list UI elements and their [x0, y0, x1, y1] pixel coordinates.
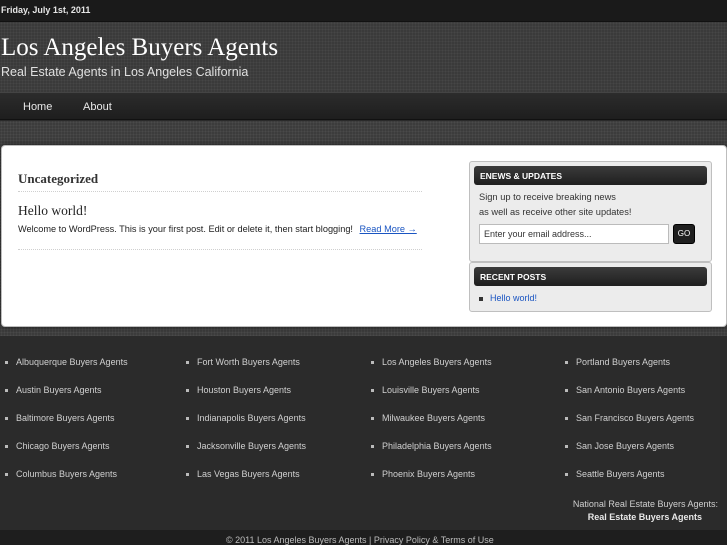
footer-link[interactable]: San Antonio Buyers Agents	[565, 385, 694, 413]
bullet-icon	[371, 417, 374, 421]
bullet-icon	[371, 389, 374, 393]
footer-link-label[interactable]: Philadelphia Buyers Agents	[382, 441, 492, 451]
nav-item-home[interactable]: Home	[23, 101, 52, 113]
footer-link[interactable]: Phoenix Buyers Agents	[371, 469, 492, 497]
footer-link-label[interactable]: Milwaukee Buyers Agents	[382, 413, 485, 423]
copyright-text: © 2011 Los Angeles Buyers Agents | Priva…	[226, 535, 494, 545]
bullet-icon	[565, 417, 568, 421]
bullet-icon	[479, 296, 483, 301]
footer-link-label[interactable]: Indianapolis Buyers Agents	[197, 413, 306, 423]
read-more-link[interactable]: Read More →	[360, 224, 417, 234]
bullet-icon	[371, 473, 374, 477]
footer-link[interactable]: Indianapolis Buyers Agents	[186, 413, 306, 441]
bullet-icon	[186, 389, 189, 393]
footer-link-label[interactable]: San Jose Buyers Agents	[576, 441, 674, 451]
footer-link-label[interactable]: Los Angeles Buyers Agents	[382, 357, 492, 367]
bullet-icon	[371, 445, 374, 449]
post-excerpt-text: Welcome to WordPress. This is your first…	[18, 224, 353, 234]
footer-link[interactable]: San Jose Buyers Agents	[565, 441, 694, 469]
nav-item-about[interactable]: About	[83, 101, 112, 113]
site-title[interactable]: Los Angeles Buyers Agents	[1, 34, 278, 62]
footer-link-label[interactable]: Houston Buyers Agents	[197, 385, 291, 395]
footer-link-label[interactable]: San Antonio Buyers Agents	[576, 385, 685, 395]
footer-link-label[interactable]: San Francisco Buyers Agents	[576, 413, 694, 423]
footer-link-label[interactable]: Portland Buyers Agents	[576, 357, 670, 367]
footer-link-label[interactable]: Baltimore Buyers Agents	[16, 413, 115, 423]
footer-link-label[interactable]: Las Vegas Buyers Agents	[197, 469, 300, 479]
enews-text-line: as well as receive other site updates!	[479, 207, 632, 217]
footer-link-label[interactable]: Columbus Buyers Agents	[16, 469, 117, 479]
recent-posts-list: Hello world!	[479, 293, 537, 303]
footer-link-label[interactable]: Louisville Buyers Agents	[382, 385, 480, 395]
footer-column: Fort Worth Buyers Agents Houston Buyers …	[186, 357, 306, 497]
footer-link-label[interactable]: Fort Worth Buyers Agents	[197, 357, 300, 367]
footer-link-label[interactable]: Phoenix Buyers Agents	[382, 469, 475, 479]
recent-posts-title: RECENT POSTS	[474, 267, 707, 286]
post-title-link[interactable]: Hello world!	[18, 203, 87, 219]
footer-link[interactable]: Albuquerque Buyers Agents	[5, 357, 128, 385]
bullet-icon	[186, 445, 189, 449]
footer-national-link[interactable]: Real Estate Buyers Agents	[588, 512, 702, 522]
current-date: Friday, July 1st, 2011	[1, 5, 91, 15]
footer-link[interactable]: Houston Buyers Agents	[186, 385, 306, 413]
enews-description: Sign up to receive breaking news as well…	[479, 190, 631, 220]
post-excerpt: Welcome to WordPress. This is your first…	[18, 224, 417, 234]
bullet-icon	[371, 361, 374, 365]
category-title: Uncategorized	[18, 171, 99, 186]
divider	[18, 191, 422, 192]
main-nav: Home About	[0, 92, 727, 120]
bullet-icon	[186, 417, 189, 421]
site-header: Los Angeles Buyers Agents Real Estate Ag…	[0, 22, 727, 92]
bullet-icon	[5, 473, 8, 477]
recent-post-link[interactable]: Hello world!	[490, 293, 537, 303]
bullet-icon	[565, 445, 568, 449]
footer-link-label[interactable]: Albuquerque Buyers Agents	[16, 357, 128, 367]
footer-link-label[interactable]: Austin Buyers Agents	[16, 385, 102, 395]
bullet-icon	[5, 389, 8, 393]
footer-column: Portland Buyers Agents San Antonio Buyer…	[565, 357, 694, 497]
content-wrapper: Uncategorized Hello world! Welcome to Wo…	[1, 145, 727, 327]
footer-link[interactable]: Fort Worth Buyers Agents	[186, 357, 306, 385]
recent-posts-widget: RECENT POSTS Hello world!	[469, 262, 712, 312]
footer-link[interactable]: Columbus Buyers Agents	[5, 469, 128, 497]
footer-link[interactable]: Philadelphia Buyers Agents	[371, 441, 492, 469]
enews-widget-title: ENEWS & UPDATES	[474, 166, 707, 185]
footer-bottom: © 2011 Los Angeles Buyers Agents | Priva…	[0, 530, 727, 545]
site-description: Real Estate Agents in Los Angeles Califo…	[1, 65, 249, 79]
bullet-icon	[565, 473, 568, 477]
footer-national-label: National Real Estate Buyers Agents:	[572, 499, 718, 509]
footer-link[interactable]: Las Vegas Buyers Agents	[186, 469, 306, 497]
footer-link[interactable]: Louisville Buyers Agents	[371, 385, 492, 413]
footer-national: National Real Estate Buyers Agents: Real…	[0, 497, 727, 530]
go-button[interactable]: GO	[673, 224, 695, 244]
email-input[interactable]	[479, 224, 669, 244]
bullet-icon	[5, 361, 8, 365]
footer-link[interactable]: Los Angeles Buyers Agents	[371, 357, 492, 385]
footer-link[interactable]: Milwaukee Buyers Agents	[371, 413, 492, 441]
bullet-icon	[565, 361, 568, 365]
bullet-icon	[565, 389, 568, 393]
footer-link[interactable]: Seattle Buyers Agents	[565, 469, 694, 497]
footer-link-label[interactable]: Seattle Buyers Agents	[576, 469, 665, 479]
bullet-icon	[186, 361, 189, 365]
recent-post-item[interactable]: Hello world!	[479, 293, 537, 303]
footer-link[interactable]: Baltimore Buyers Agents	[5, 413, 128, 441]
bullet-icon	[5, 445, 8, 449]
footer-link[interactable]: Chicago Buyers Agents	[5, 441, 128, 469]
enews-text-line: Sign up to receive breaking news	[479, 192, 616, 202]
enews-widget: ENEWS & UPDATES Sign up to receive break…	[469, 161, 712, 262]
footer-column: Los Angeles Buyers Agents Louisville Buy…	[371, 357, 492, 497]
footer-link[interactable]: Austin Buyers Agents	[5, 385, 128, 413]
footer-link[interactable]: Jacksonville Buyers Agents	[186, 441, 306, 469]
footer-link[interactable]: San Francisco Buyers Agents	[565, 413, 694, 441]
footer-link-label[interactable]: Jacksonville Buyers Agents	[197, 441, 306, 451]
footer-link-label[interactable]: Chicago Buyers Agents	[16, 441, 110, 451]
footer-link[interactable]: Portland Buyers Agents	[565, 357, 694, 385]
footer-column: Albuquerque Buyers Agents Austin Buyers …	[5, 357, 128, 497]
top-bar: Friday, July 1st, 2011	[0, 0, 727, 22]
bullet-icon	[186, 473, 189, 477]
bullet-icon	[5, 417, 8, 421]
footer-widgets: Albuquerque Buyers Agents Austin Buyers …	[0, 336, 727, 497]
divider	[18, 249, 422, 250]
